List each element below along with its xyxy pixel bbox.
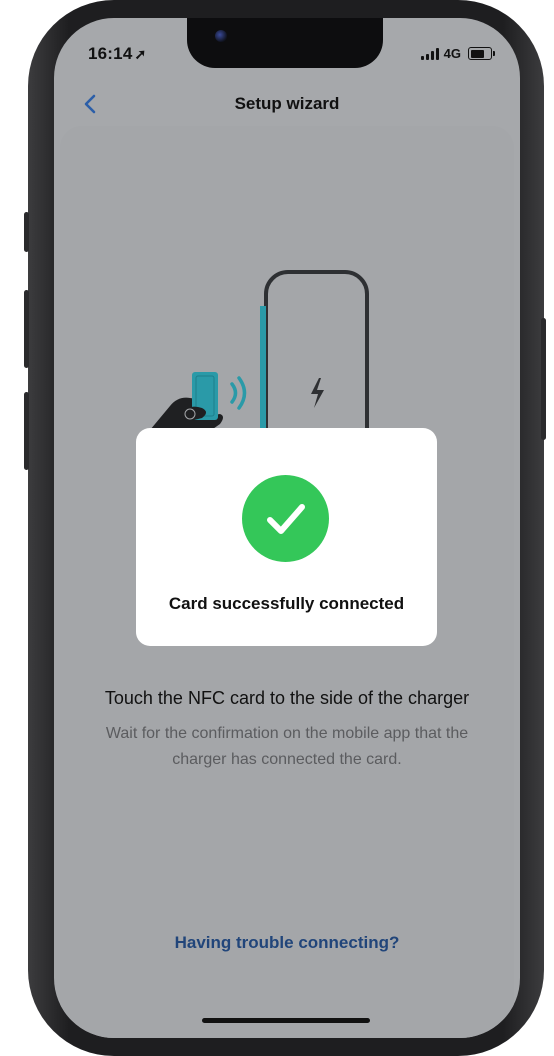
- status-indicators: 4G: [420, 46, 495, 61]
- mute-switch: [24, 212, 29, 252]
- lightning-bolt-icon: [311, 378, 324, 408]
- trouble-connecting-link[interactable]: Having trouble connecting?: [54, 933, 520, 953]
- instruction-title: Touch the NFC card to the side of the ch…: [104, 688, 470, 708]
- battery-icon: [468, 47, 495, 60]
- page-title: Setup wizard: [234, 94, 340, 113]
- signal-bars-icon: [420, 47, 439, 60]
- notch: [187, 18, 383, 68]
- nfc-waves-icon: [230, 382, 238, 404]
- volume-down-button: [24, 392, 29, 470]
- success-dialog: Card successfully connected: [136, 428, 437, 646]
- time-text: 16:14: [88, 44, 133, 63]
- navigation-bar: Setup wizard: [54, 84, 520, 124]
- power-button: [541, 318, 546, 440]
- network-type: 4G: [443, 46, 461, 61]
- status-time: 16:14 ➚: [88, 44, 146, 64]
- screen: 16:14 ➚ 4G Setup wizard Card successfull…: [54, 18, 520, 1038]
- camera-icon: [215, 30, 227, 42]
- home-indicator[interactable]: [202, 1018, 370, 1023]
- checkmark-circle-icon: [242, 475, 329, 562]
- volume-up-button: [24, 290, 29, 368]
- success-message: Card successfully connected: [168, 594, 405, 613]
- location-arrow-icon: ➚: [134, 46, 147, 62]
- instruction-description: Wait for the confirmation on the mobile …: [105, 725, 469, 768]
